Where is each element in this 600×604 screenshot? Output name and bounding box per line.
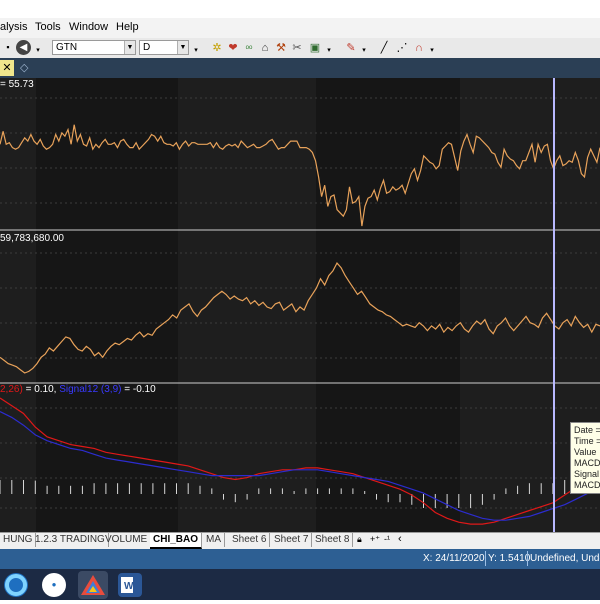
menu-tools[interactable]: Tools — [35, 21, 61, 33]
price-panel-label: = 55.73 — [0, 79, 34, 90]
svg-text:W: W — [124, 581, 134, 592]
tools-icon[interactable]: ✂ — [290, 41, 304, 55]
hammer-icon[interactable]: ⚒ — [274, 41, 288, 55]
scale-icon[interactable]: ⌂ — [258, 41, 272, 55]
chevron-left-icon[interactable]: ‹ — [398, 533, 402, 545]
sheet-tab[interactable]: Sheet 6 — [229, 533, 271, 547]
glasses-icon[interactable]: ᵒᵒ — [242, 41, 256, 55]
sheet-tab[interactable]: HUNG — [0, 533, 37, 547]
back-arrow-icon[interactable]: ◀ — [16, 40, 31, 55]
menu-window[interactable]: Window — [69, 21, 108, 33]
chevron-down-icon[interactable]: ▼ — [177, 41, 188, 54]
toolbar-overflow-icon[interactable]: ▾ — [34, 44, 42, 58]
dotted-line-icon[interactable]: ⋰ — [395, 41, 409, 55]
tooltip-line: Signal — [574, 469, 600, 479]
settings-gear-icon[interactable]: ✲ — [210, 41, 224, 55]
lock-icon[interactable]: 🔒︎ — [357, 534, 362, 545]
edge-browser-icon[interactable] — [4, 573, 28, 597]
symbol-value: GTN — [56, 42, 78, 53]
toolbar: ▪ ◀ ▾ GTN ▼ D ▼ ▾ ✲ ❤ ᵒᵒ ⌂ ⚒ ✂ ▣ ▾ ✎ ▾ ╱… — [0, 38, 600, 59]
chart-area[interactable]: = 55.73 59,783,680.00 2,26) = 0.10, Sign… — [0, 78, 600, 532]
heart-icon[interactable]: ❤ — [226, 41, 240, 55]
remove-sheet-icon[interactable]: -¹ — [384, 534, 390, 544]
status-x: X: 24/11/2020 — [423, 553, 485, 564]
chart-window-icon[interactable]: ▣ — [308, 41, 322, 55]
symbol-combo[interactable]: GTN ▼ — [52, 40, 136, 55]
volume-panel-label: 59,783,680.00 — [0, 233, 64, 244]
macd-value: = 0.10, — [25, 384, 57, 395]
word-icon[interactable]: W — [118, 573, 142, 597]
menu-bar: alysis Tools Window Help — [0, 18, 600, 38]
toolbar-grip-icon: ▪ — [6, 42, 10, 52]
chart-svg[interactable] — [0, 78, 600, 532]
toolbar-overflow-icon[interactable]: ▾ — [325, 44, 333, 58]
signal-series-label: Signal12 (3,9) — [59, 384, 122, 395]
taskbar: ● W — [0, 569, 600, 600]
sheet-tab-bar: HUNG 1.2.3 TRADING VOLUME CHI_BAO MA She… — [0, 532, 600, 549]
status-y: Y: 1.5410 — [488, 553, 531, 564]
document-tab-strip: ◇ — [0, 58, 600, 78]
sheet-tab[interactable]: 1.2.3 TRADING — [32, 533, 109, 547]
toolbar-overflow-icon[interactable]: ▾ — [192, 44, 200, 58]
macd-series-label: 2,26) — [0, 384, 23, 395]
menu-analysis[interactable]: alysis — [0, 21, 28, 33]
status-divider — [485, 551, 486, 566]
pen-color-icon[interactable]: ✎ — [344, 41, 358, 55]
toolbar-overflow-icon[interactable]: ▾ — [428, 44, 436, 58]
diamond-icon[interactable]: ◇ — [20, 61, 28, 74]
signal-value: = -0.10 — [124, 384, 156, 395]
tooltip-line: MACD — [574, 458, 600, 468]
sheet-tab[interactable]: Sheet 7 — [271, 533, 313, 547]
window-top-area — [0, 0, 600, 18]
tooltip-line: Time = — [574, 436, 600, 446]
tooltip-line: Value — [574, 447, 597, 457]
status-bar: X: 24/11/2020 Y: 1.5410 Undefined, Unde — [0, 549, 600, 569]
magnet-icon[interactable]: ∩ — [412, 41, 426, 55]
menu-help[interactable]: Help — [116, 21, 139, 33]
sheet-tab[interactable]: Sheet 8 — [312, 533, 354, 547]
close-icon[interactable]: ✕ — [0, 60, 14, 76]
amibroker-icon[interactable] — [78, 571, 108, 599]
chevron-down-icon[interactable]: ▼ — [124, 41, 135, 54]
sheet-tab-active[interactable]: CHI_BAO — [150, 533, 203, 549]
sheet-tab[interactable]: VOLUME — [102, 533, 152, 547]
macd-panel-label: 2,26) = 0.10, Signal12 (3,9) = -0.10 — [0, 384, 156, 395]
draw-line-icon[interactable]: ╱ — [377, 41, 391, 55]
add-sheet-icon[interactable]: +⁺ — [370, 534, 380, 545]
period-value: D — [143, 42, 151, 53]
status-divider — [527, 551, 528, 566]
period-combo[interactable]: D ▼ — [139, 40, 189, 55]
sheet-tab[interactable]: MA — [203, 533, 225, 547]
tooltip-line: MACD — [574, 480, 600, 490]
tooltip-line: Date = — [574, 425, 600, 435]
data-tooltip: Date = Time = Value MACD Signal MACD — [570, 422, 600, 494]
status-text: Undefined, Unde — [530, 553, 600, 564]
zalo-icon[interactable]: ● — [42, 573, 66, 597]
chevron-down-icon[interactable]: ▾ — [360, 44, 368, 58]
